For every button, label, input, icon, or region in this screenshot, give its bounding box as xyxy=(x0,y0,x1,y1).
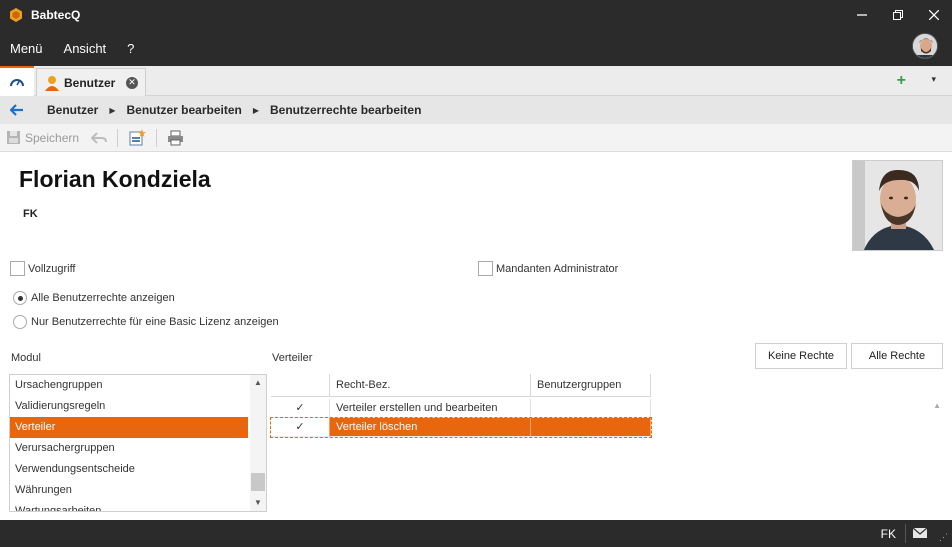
table-row[interactable]: ✓ Verteiler erstellen und bearbeiten xyxy=(271,399,651,418)
restore-icon xyxy=(893,10,903,20)
content-area: Florian Kondziela FK Vollzugriff Mandant… xyxy=(4,152,948,520)
tab-benutzer[interactable]: Benutzer ✕ xyxy=(36,68,146,96)
user-full-name: Florian Kondziela xyxy=(19,166,211,192)
row-checkbox[interactable]: ✓ xyxy=(271,399,330,418)
list-item[interactable]: Währungen xyxy=(10,480,248,501)
all-rights-button[interactable]: Alle Rechte xyxy=(851,343,943,369)
full-access-row: Vollzugriff xyxy=(10,261,76,276)
tab-bar: Benutzer ✕ + ▾ xyxy=(0,66,952,96)
window-title: BabtecQ xyxy=(31,8,81,22)
radio-basic-row: Nur Benutzerrechte für eine Basic Lizenz… xyxy=(13,315,279,329)
row-groups[interactable] xyxy=(531,399,651,418)
scroll-down-icon[interactable]: ▼ xyxy=(254,498,262,507)
scroll-up-icon[interactable]: ▲ xyxy=(254,378,262,387)
full-access-label: Vollzugriff xyxy=(28,262,76,275)
scroll-thumb[interactable] xyxy=(251,473,265,491)
grid-header-check xyxy=(271,374,330,396)
toolbar: Speichern xyxy=(0,124,952,152)
breadcrumb-separator-icon: ▶ xyxy=(109,105,116,115)
print-button[interactable] xyxy=(161,127,190,149)
user-photo-image xyxy=(853,161,942,250)
tab-list-dropdown[interactable]: ▾ xyxy=(931,74,936,85)
undo-button[interactable] xyxy=(85,127,113,149)
status-bar: FK ⋰ xyxy=(0,520,952,547)
row-name: Verteiler erstellen und bearbeiten xyxy=(330,399,531,418)
grid-scroll-up-icon[interactable]: ▲ xyxy=(933,401,941,410)
radio-all-row: Alle Benutzerrechte anzeigen xyxy=(13,291,175,305)
tenant-admin-row: Mandanten Administrator xyxy=(478,261,618,276)
rights-grid: Recht-Bez. Benutzergruppen ✓ Verteiler e… xyxy=(270,374,944,520)
breadcrumb-benutzerrechte-bearbeiten: Benutzerrechte bearbeiten xyxy=(270,103,422,117)
grid-header-name[interactable]: Recht-Bez. xyxy=(330,374,531,396)
radio-basic-license[interactable] xyxy=(13,315,27,329)
mail-icon[interactable] xyxy=(913,528,927,538)
menu-ansicht[interactable]: Ansicht xyxy=(64,41,107,56)
row-checkbox[interactable]: ✓ xyxy=(271,418,330,437)
close-icon xyxy=(929,10,939,20)
list-item[interactable]: Verursachergruppen xyxy=(10,438,248,459)
radio-all-rights[interactable] xyxy=(13,291,27,305)
tenant-admin-checkbox[interactable] xyxy=(478,261,493,276)
module-scrollbar[interactable]: ▲ ▼ xyxy=(250,375,266,511)
list-item[interactable]: Wartungsarbeiten xyxy=(10,501,248,511)
tab-benutzer-label: Benutzer xyxy=(64,75,116,90)
menu-bar: Menü Ansicht ? xyxy=(0,30,952,66)
status-separator xyxy=(905,524,906,543)
save-label: Speichern xyxy=(25,130,80,145)
list-item[interactable]: Ursachengruppen xyxy=(10,375,248,396)
table-row-selected[interactable]: ✓ Verteiler löschen xyxy=(270,417,652,438)
row-name: Verteiler löschen xyxy=(330,418,531,437)
breadcrumb: Benutzer ▶ Benutzer bearbeiten ▶ Benutze… xyxy=(0,96,952,124)
module-list[interactable]: Ursachengruppen Validierungsregeln Verte… xyxy=(9,374,267,512)
row-groups[interactable] xyxy=(531,418,651,437)
user-avatar-icon xyxy=(913,34,937,58)
toolbar-separator xyxy=(117,128,119,147)
radio-basic-license-label: Nur Benutzerrechte für eine Basic Lizenz… xyxy=(31,316,279,328)
back-arrow-icon[interactable] xyxy=(10,103,26,117)
minimize-button[interactable] xyxy=(844,0,880,30)
new-document-icon xyxy=(129,128,147,145)
grid-header-groups[interactable]: Benutzergruppen xyxy=(531,374,651,396)
babtecq-logo-icon xyxy=(10,8,22,22)
user-avatar[interactable] xyxy=(912,33,938,59)
save-button[interactable]: Speichern xyxy=(0,127,85,149)
list-item-selected[interactable]: Verteiler xyxy=(10,417,248,438)
minimize-icon xyxy=(857,14,867,16)
no-rights-button[interactable]: Keine Rechte xyxy=(755,343,847,369)
user-icon xyxy=(45,75,59,91)
menu-menue[interactable]: Menü xyxy=(10,41,43,56)
restore-button[interactable] xyxy=(880,0,916,30)
title-bar: BabtecQ xyxy=(0,0,952,30)
breadcrumb-separator-icon: ▶ xyxy=(252,105,260,115)
user-initials: FK xyxy=(23,208,38,220)
resize-grip-icon[interactable]: ⋰ xyxy=(939,532,948,543)
tab-dashboard[interactable] xyxy=(0,66,34,96)
user-photo[interactable] xyxy=(852,160,943,251)
undo-icon xyxy=(91,131,108,144)
menu-help[interactable]: ? xyxy=(127,41,134,56)
dashboard-gauge-icon xyxy=(10,79,24,87)
printer-icon xyxy=(168,130,184,145)
tab-close-icon[interactable]: ✕ xyxy=(126,76,138,89)
radio-all-rights-label: Alle Benutzerrechte anzeigen xyxy=(31,292,175,304)
toolbar-separator xyxy=(156,128,158,147)
status-user-initials[interactable]: FK xyxy=(881,527,896,541)
module-label: Modul xyxy=(11,352,41,364)
verteiler-label: Verteiler xyxy=(272,352,313,364)
breadcrumb-benutzer-bearbeiten[interactable]: Benutzer bearbeiten xyxy=(127,103,242,117)
list-item[interactable]: Validierungsregeln xyxy=(10,396,248,417)
breadcrumb-benutzer[interactable]: Benutzer xyxy=(47,103,98,117)
full-access-checkbox[interactable] xyxy=(10,261,25,276)
close-window-button[interactable] xyxy=(916,0,952,30)
tenant-admin-label: Mandanten Administrator xyxy=(496,262,619,275)
new-record-button[interactable] xyxy=(122,127,152,149)
list-item[interactable]: Verwendungsentscheide xyxy=(10,459,248,480)
save-disk-icon xyxy=(7,131,20,144)
add-tab-button[interactable]: + xyxy=(897,72,906,90)
grid-header: Recht-Bez. Benutzergruppen xyxy=(271,374,651,397)
